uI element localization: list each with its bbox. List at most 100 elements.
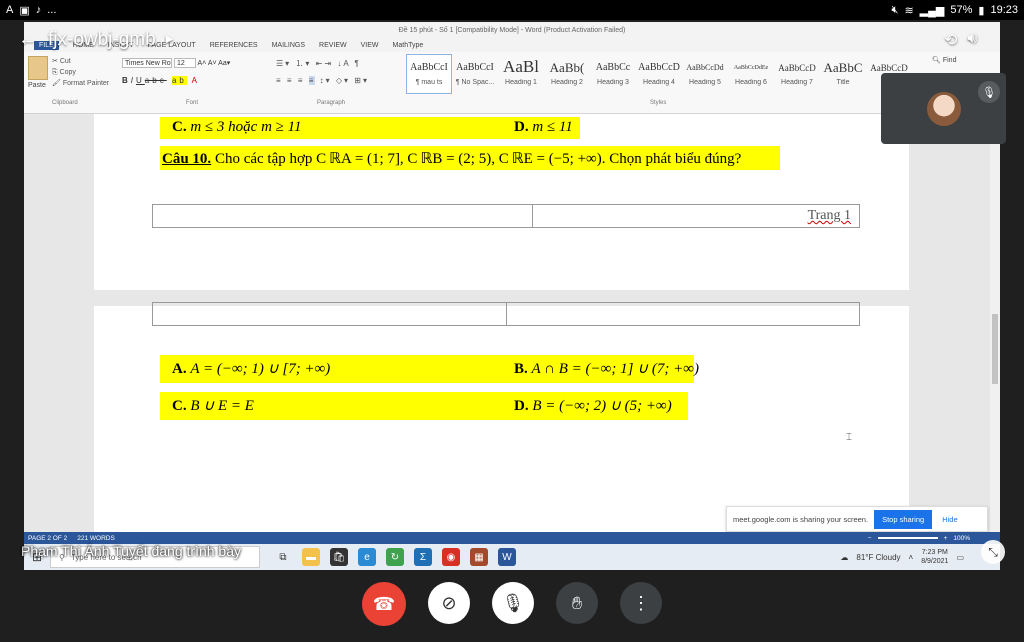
align-center-icon[interactable]: ≡ — [287, 76, 294, 85]
edge-icon[interactable]: e — [358, 548, 376, 566]
pilcrow-icon[interactable]: ¶ — [354, 59, 360, 68]
align-right-icon[interactable]: ≡ — [298, 76, 305, 85]
weather-text[interactable]: 81°F Cloudy — [856, 553, 900, 562]
line-spacing-icon[interactable]: ↕▾ — [320, 76, 332, 85]
font-group-label: Font — [186, 100, 199, 106]
font-color-button[interactable]: A — [192, 76, 200, 85]
clipboard-icon — [28, 56, 48, 80]
indent-icon[interactable]: ⇤⇥ — [316, 59, 333, 68]
style-heading-5[interactable]: AaBbCcDd Heading 5 — [682, 54, 728, 94]
highlight-button[interactable]: ab — [171, 76, 187, 85]
chevron-right-icon[interactable]: ▶ — [166, 34, 174, 45]
style-sample: AaBbCc — [595, 62, 631, 73]
tab-mailings[interactable]: MAILINGS — [272, 42, 305, 49]
style-heading-1[interactable]: AaBl Heading 1 — [498, 54, 544, 94]
option-label: D. — [514, 119, 529, 135]
scroll-thumb[interactable] — [992, 314, 998, 384]
status-time: 19:23 — [990, 4, 1018, 16]
word-icon[interactable]: W — [498, 548, 516, 566]
more-options-button[interactable]: ⋮ — [620, 582, 662, 624]
battery-icon: ▮ — [978, 4, 985, 17]
mic-off-button[interactable]: 🎙︎ — [492, 582, 534, 624]
page-1: C. m ≤ 3 hoặc m ≥ 11 D. m ≤ 11 Câu 10. C… — [94, 114, 909, 290]
taskbar-apps: ⧉ ▬ 🛍︎ e ↻ Σ ◉ ▦ W — [274, 548, 516, 566]
file-explorer-icon[interactable]: ▬ — [302, 548, 320, 566]
strikethrough-button[interactable]: abc — [145, 76, 167, 85]
zoom-out-icon[interactable]: − — [868, 535, 872, 542]
zoom-in-icon[interactable]: + — [944, 535, 948, 542]
answer-row-ab: A. A = (−∞; 1) ∪ [7; +∞) B. A ∩ B = (−∞;… — [160, 355, 699, 383]
tray-chevron-icon[interactable]: ˄ — [909, 553, 914, 562]
align-left-icon[interactable]: ≡ — [276, 76, 283, 85]
numbering-icon[interactable]: ⒈▾ — [295, 59, 311, 68]
tab-view[interactable]: VIEW — [361, 42, 379, 49]
style-no-spacing[interactable]: AaBbCcI ¶ No Spac... — [452, 54, 498, 94]
bold-button[interactable]: B — [122, 76, 131, 85]
style-heading-6[interactable]: AaBbCcDdEe Heading 6 — [728, 54, 774, 94]
share-banner-text: meet.google.com is sharing your screen. — [733, 514, 869, 524]
chrome-icon[interactable]: ◉ — [442, 548, 460, 566]
switch-camera-icon[interactable]: ⟲ — [944, 30, 957, 50]
style-name: Title — [836, 79, 850, 86]
paste-button[interactable]: Paste — [28, 56, 48, 89]
task-view-icon[interactable]: ⧉ — [274, 548, 292, 566]
meeting-code[interactable]: fjx-owbj-gmb — [48, 29, 156, 51]
style-mau-ts[interactable]: AaBbCcI ¶ mau ts — [406, 54, 452, 94]
taskbar-clock[interactable]: 7:23 PM 8/9/2021 — [921, 548, 948, 566]
style-heading-3[interactable]: AaBbCc Heading 3 — [590, 54, 636, 94]
format-painter-label: Format Painter — [62, 80, 110, 87]
underline-button[interactable]: U — [136, 76, 145, 85]
camera-off-button[interactable]: ⊘ — [428, 582, 470, 624]
tab-review[interactable]: REVIEW — [319, 42, 347, 49]
back-arrow-icon[interactable]: ← — [18, 28, 38, 51]
speaker-icon[interactable]: 🔊︎ — [967, 30, 977, 50]
sort-icon[interactable]: ↓A — [337, 59, 350, 68]
meeting-header: ← fjx-owbj-gmb ▶ — [18, 28, 173, 51]
font-format-buttons: BIUabc ab A — [122, 76, 200, 85]
self-view-tile[interactable]: 🎙︎ — [881, 73, 1006, 144]
style-heading-4[interactable]: AaBbCcD Heading 4 — [636, 54, 682, 94]
font-name-select[interactable]: Times New Ro — [122, 58, 172, 68]
meet-top-actions: ⟲ 🔊︎ — [944, 30, 978, 50]
winrar-icon[interactable]: ▦ — [470, 548, 488, 566]
shading-icon[interactable]: ◇▾ — [336, 76, 350, 85]
style-name: Heading 1 — [505, 79, 537, 86]
style-sample: AaBbCcD — [778, 63, 816, 73]
style-title[interactable]: AaBbC Title — [820, 54, 866, 94]
tab-mathtype[interactable]: MathType — [393, 42, 424, 49]
cut-button[interactable]: ✂ Cut — [52, 56, 109, 67]
vertical-scrollbar[interactable] — [990, 114, 1000, 532]
hide-banner-button[interactable]: Hide — [942, 515, 957, 524]
zoom-control[interactable]: − + 100% — [868, 535, 1000, 542]
document-area[interactable]: C. m ≤ 3 hoặc m ≥ 11 D. m ≤ 11 Câu 10. C… — [24, 114, 1000, 532]
tab-references[interactable]: REFERENCES — [210, 42, 258, 49]
font-size-select[interactable]: 12 — [173, 58, 196, 68]
style-sample: AaBbCcI — [456, 62, 494, 73]
style-sample: AaBbCcDd — [686, 63, 724, 72]
end-call-button[interactable]: ☎ — [362, 582, 406, 626]
style-name: ¶ mau ts — [415, 79, 443, 86]
borders-icon[interactable]: ⊞▾ — [354, 76, 369, 85]
raise-hand-button[interactable]: ✋︎ — [556, 582, 598, 624]
store-icon[interactable]: 🛍︎ — [330, 548, 348, 566]
bullets-icon[interactable]: ☰▾ — [276, 59, 291, 68]
copy-button[interactable]: ⎘ Copy — [52, 67, 109, 78]
stop-sharing-button[interactable]: Stop sharing — [874, 509, 933, 529]
option-label: D. — [514, 398, 529, 414]
app-green-icon[interactable]: ↻ — [386, 548, 404, 566]
justify-icon[interactable]: ≡ — [308, 76, 316, 85]
style-heading-7[interactable]: AaBbCcD Heading 7 — [774, 54, 820, 94]
notification-center-icon[interactable]: ▭ — [956, 553, 964, 562]
find-button[interactable]: 🔍︎ Find — [932, 56, 956, 64]
fit-screen-icon[interactable]: ⤡ — [981, 540, 1005, 564]
format-painter-button[interactable]: 🖌︎ Format Painter — [52, 78, 109, 89]
style-heading-2[interactable]: AaBb(Heading 2 — [544, 54, 590, 94]
zoom-slider[interactable] — [877, 537, 938, 539]
mathtype-icon[interactable]: Σ — [414, 548, 432, 566]
style-sample: AaBbC — [823, 60, 863, 75]
footer-page-number: Trang 1 — [807, 208, 851, 223]
grow-font-icon[interactable]: A˄ A˅ — [198, 60, 217, 67]
change-case-icon[interactable]: Aa▾ — [218, 60, 230, 67]
copy-label: Copy — [59, 69, 76, 76]
android-status-bar: A ▣ ♪ ... 🔇︎ ≋ ▂▄▆ 57% ▮ 19:23 — [0, 0, 1024, 20]
